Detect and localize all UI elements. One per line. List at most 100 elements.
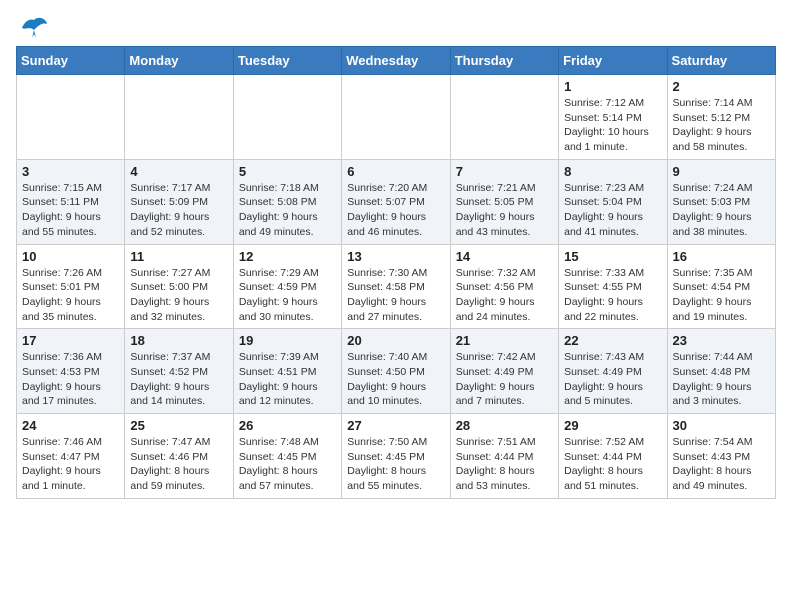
day-number: 25 [130,418,227,433]
weekday-header-saturday: Saturday [667,47,775,75]
calendar-cell: 7 Sunrise: 7:21 AMSunset: 5:05 PMDaylight… [450,159,558,244]
calendar-cell: 13 Sunrise: 7:30 AMSunset: 4:58 PMDayligh… [342,244,450,329]
day-number: 2 [673,79,770,94]
calendar-cell: 4 Sunrise: 7:17 AMSunset: 5:09 PMDaylight… [125,159,233,244]
day-number: 7 [456,164,553,179]
calendar-cell: 22Sunrise: 7:43 AMSunset: 4:49 PMDayligh… [559,329,667,414]
day-info: Sunrise: 7:20 AMSunset: 5:07 PMDaylight:… [347,181,444,240]
calendar-cell: 24Sunrise: 7:46 AMSunset: 4:47 PMDayligh… [17,414,125,499]
calendar-cell: 2 Sunrise: 7:14 AMSunset: 5:12 PMDaylight… [667,75,775,160]
day-number: 27 [347,418,444,433]
day-number: 29 [564,418,661,433]
day-info: Sunrise: 7:40 AMSunset: 4:50 PMDaylight:… [347,350,444,409]
calendar-cell: 5Sunrise: 7:18 AMSunset: 5:08 PMDaylight… [233,159,341,244]
calendar-week-row: 3 Sunrise: 7:15 AMSunset: 5:11 PMDaylight… [17,159,776,244]
day-info: Sunrise: 7:37 AMSunset: 4:52 PMDaylight:… [130,350,227,409]
day-info: Sunrise: 7:29 AMSunset: 4:59 PMDaylight:… [239,266,336,325]
day-number: 26 [239,418,336,433]
day-info: Sunrise: 7:43 AMSunset: 4:49 PMDaylight:… [564,350,661,409]
day-number: 14 [456,249,553,264]
day-number: 8 [564,164,661,179]
day-info: Sunrise: 7:51 AMSunset: 4:44 PMDaylight:… [456,435,553,494]
logo [16,16,48,38]
day-info: Sunrise: 7:32 AMSunset: 4:56 PMDaylight:… [456,266,553,325]
day-info: Sunrise: 7:50 AMSunset: 4:45 PMDaylight:… [347,435,444,494]
day-info: Sunrise: 7:26 AMSunset: 5:01 PMDaylight:… [22,266,119,325]
day-info: Sunrise: 7:30 AMSunset: 4:58 PMDaylight:… [347,266,444,325]
day-info: Sunrise: 7:27 AMSunset: 5:00 PMDaylight:… [130,266,227,325]
calendar-cell: 15 Sunrise: 7:33 AMSunset: 4:55 PMDayligh… [559,244,667,329]
day-number: 30 [673,418,770,433]
day-number: 13 [347,249,444,264]
calendar-cell [450,75,558,160]
calendar-cell: 17 Sunrise: 7:36 AMSunset: 4:53 PMDayligh… [17,329,125,414]
calendar-cell: 30 Sunrise: 7:54 AMSunset: 4:43 PMDayligh… [667,414,775,499]
day-info: Sunrise: 7:47 AMSunset: 4:46 PMDaylight:… [130,435,227,494]
day-number: 10 [22,249,119,264]
weekday-header-thursday: Thursday [450,47,558,75]
day-number: 4 [130,164,227,179]
calendar-cell: 8 Sunrise: 7:23 AMSunset: 5:04 PMDaylight… [559,159,667,244]
calendar-cell: 6 Sunrise: 7:20 AMSunset: 5:07 PMDaylight… [342,159,450,244]
calendar-body: 1Sunrise: 7:12 AMSunset: 5:14 PMDaylight… [17,75,776,499]
calendar-cell [342,75,450,160]
calendar-cell: 10 Sunrise: 7:26 AMSunset: 5:01 PMDayligh… [17,244,125,329]
calendar-cell: 28Sunrise: 7:51 AMSunset: 4:44 PMDayligh… [450,414,558,499]
day-info: Sunrise: 7:21 AMSunset: 5:05 PMDaylight:… [456,181,553,240]
calendar-cell [233,75,341,160]
calendar-cell: 1Sunrise: 7:12 AMSunset: 5:14 PMDaylight… [559,75,667,160]
day-info: Sunrise: 7:46 AMSunset: 4:47 PMDaylight:… [22,435,119,494]
calendar-cell: 14 Sunrise: 7:32 AMSunset: 4:56 PMDayligh… [450,244,558,329]
calendar-cell: 3 Sunrise: 7:15 AMSunset: 5:11 PMDaylight… [17,159,125,244]
calendar-cell: 25 Sunrise: 7:47 AMSunset: 4:46 PMDayligh… [125,414,233,499]
calendar-cell: 21 Sunrise: 7:42 AMSunset: 4:49 PMDayligh… [450,329,558,414]
day-info: Sunrise: 7:14 AMSunset: 5:12 PMDaylight:… [673,96,770,155]
day-info: Sunrise: 7:23 AMSunset: 5:04 PMDaylight:… [564,181,661,240]
weekday-header-sunday: Sunday [17,47,125,75]
day-info: Sunrise: 7:15 AMSunset: 5:11 PMDaylight:… [22,181,119,240]
calendar-cell: 19 Sunrise: 7:39 AMSunset: 4:51 PMDayligh… [233,329,341,414]
calendar-cell: 16Sunrise: 7:35 AMSunset: 4:54 PMDayligh… [667,244,775,329]
day-info: Sunrise: 7:33 AMSunset: 4:55 PMDaylight:… [564,266,661,325]
calendar-week-row: 10 Sunrise: 7:26 AMSunset: 5:01 PMDayligh… [17,244,776,329]
calendar-cell: 18 Sunrise: 7:37 AMSunset: 4:52 PMDayligh… [125,329,233,414]
day-number: 19 [239,333,336,348]
day-number: 16 [673,249,770,264]
day-info: Sunrise: 7:54 AMSunset: 4:43 PMDaylight:… [673,435,770,494]
day-info: Sunrise: 7:44 AMSunset: 4:48 PMDaylight:… [673,350,770,409]
calendar-cell: 23 Sunrise: 7:44 AMSunset: 4:48 PMDayligh… [667,329,775,414]
day-number: 6 [347,164,444,179]
calendar-cell [125,75,233,160]
day-number: 23 [673,333,770,348]
day-info: Sunrise: 7:39 AMSunset: 4:51 PMDaylight:… [239,350,336,409]
day-info: Sunrise: 7:36 AMSunset: 4:53 PMDaylight:… [22,350,119,409]
calendar-cell: 9Sunrise: 7:24 AMSunset: 5:03 PMDaylight… [667,159,775,244]
calendar-cell: 12 Sunrise: 7:29 AMSunset: 4:59 PMDayligh… [233,244,341,329]
day-number: 17 [22,333,119,348]
weekday-header-wednesday: Wednesday [342,47,450,75]
calendar-cell: 27 Sunrise: 7:50 AMSunset: 4:45 PMDayligh… [342,414,450,499]
day-number: 3 [22,164,119,179]
page-header [16,16,776,38]
weekday-header-row: SundayMondayTuesdayWednesdayThursdayFrid… [17,47,776,75]
day-number: 15 [564,249,661,264]
weekday-header-monday: Monday [125,47,233,75]
day-info: Sunrise: 7:42 AMSunset: 4:49 PMDaylight:… [456,350,553,409]
calendar-cell: 20 Sunrise: 7:40 AMSunset: 4:50 PMDayligh… [342,329,450,414]
calendar-table: SundayMondayTuesdayWednesdayThursdayFrid… [16,46,776,499]
day-info: Sunrise: 7:12 AMSunset: 5:14 PMDaylight:… [564,96,661,155]
day-number: 9 [673,164,770,179]
day-number: 11 [130,249,227,264]
calendar-cell [17,75,125,160]
day-info: Sunrise: 7:18 AMSunset: 5:08 PMDaylight:… [239,181,336,240]
day-number: 12 [239,249,336,264]
calendar-week-row: 1Sunrise: 7:12 AMSunset: 5:14 PMDaylight… [17,75,776,160]
day-info: Sunrise: 7:17 AMSunset: 5:09 PMDaylight:… [130,181,227,240]
calendar-week-row: 17 Sunrise: 7:36 AMSunset: 4:53 PMDayligh… [17,329,776,414]
calendar-cell: 11 Sunrise: 7:27 AMSunset: 5:00 PMDayligh… [125,244,233,329]
weekday-header-tuesday: Tuesday [233,47,341,75]
day-number: 18 [130,333,227,348]
day-number: 21 [456,333,553,348]
day-number: 20 [347,333,444,348]
calendar-cell: 29Sunrise: 7:52 AMSunset: 4:44 PMDayligh… [559,414,667,499]
